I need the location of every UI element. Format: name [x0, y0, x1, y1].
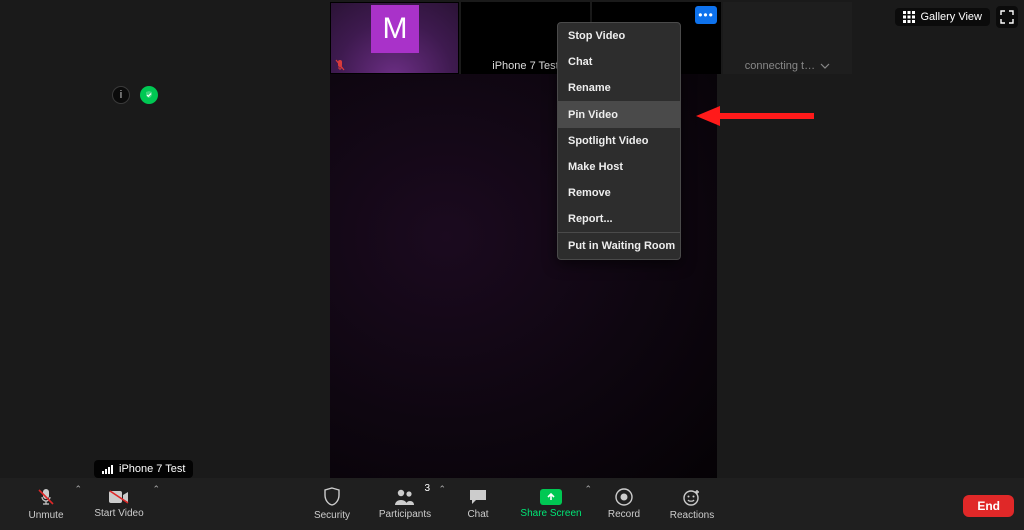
unmute-label: Unmute: [28, 510, 63, 521]
menu-stop-video[interactable]: Stop Video: [558, 23, 680, 49]
gallery-view-label: Gallery View: [920, 11, 982, 23]
menu-chat[interactable]: Chat: [558, 49, 680, 75]
chevron-up-icon[interactable]: ⌃: [152, 484, 160, 495]
share-screen-button[interactable]: Share Screen ⌃: [512, 478, 590, 530]
reactions-label: Reactions: [670, 510, 714, 521]
chat-button[interactable]: Chat: [444, 478, 512, 530]
security-button[interactable]: Security: [298, 478, 366, 530]
gallery-view-button[interactable]: Gallery View: [895, 8, 990, 26]
video-off-icon: [108, 489, 130, 505]
start-video-label: Start Video: [94, 508, 143, 519]
avatar: M: [371, 5, 419, 53]
menu-spotlight-video[interactable]: Spotlight Video: [558, 128, 680, 154]
end-meeting-button[interactable]: End: [963, 495, 1014, 517]
muted-mic-icon: [335, 59, 345, 71]
grid-icon: [903, 11, 915, 23]
menu-make-host[interactable]: Make Host: [558, 154, 680, 180]
fullscreen-button[interactable]: [996, 6, 1018, 28]
thumbnail-participant-1[interactable]: M: [330, 2, 459, 74]
info-icon[interactable]: i: [112, 86, 130, 104]
participants-button[interactable]: 3 Participants ⌃: [366, 478, 444, 530]
start-video-button[interactable]: Start Video ⌃: [80, 478, 158, 530]
menu-report[interactable]: Report...: [558, 206, 680, 232]
chat-label: Chat: [467, 509, 488, 520]
security-label: Security: [314, 510, 350, 521]
meeting-info-icons: i: [112, 86, 158, 104]
annotation-arrow: [696, 104, 816, 128]
participants-label: Participants: [379, 509, 431, 520]
menu-rename[interactable]: Rename: [558, 75, 680, 101]
encryption-shield-icon[interactable]: [140, 86, 158, 104]
video-source-tooltip: iPhone 7 Test: [94, 460, 193, 478]
record-icon: [615, 488, 633, 506]
reactions-icon: [682, 487, 702, 507]
unmute-button[interactable]: Unmute ⌃: [12, 478, 80, 530]
tooltip-label: iPhone 7 Test: [119, 463, 185, 475]
signal-icon: [102, 464, 114, 474]
reactions-button[interactable]: Reactions: [658, 478, 726, 530]
shield-icon: [323, 487, 341, 507]
mic-muted-icon: [36, 487, 56, 507]
participants-icon: [393, 488, 417, 506]
menu-pin-video[interactable]: Pin Video: [558, 102, 680, 128]
participant-context-menu: Stop Video Chat Rename Pin Video Spotlig…: [557, 22, 681, 260]
share-screen-icon: [540, 489, 562, 505]
thumbnail-more-button[interactable]: •••: [695, 6, 717, 24]
top-right-controls: Gallery View: [895, 6, 1018, 28]
thumbnail-status: connecting t…: [723, 60, 852, 72]
fullscreen-icon: [1000, 10, 1014, 24]
menu-remove[interactable]: Remove: [558, 180, 680, 206]
record-label: Record: [608, 509, 640, 520]
share-screen-label: Share Screen: [520, 508, 581, 519]
thumbnail-participant-4[interactable]: connecting t…: [723, 2, 852, 74]
menu-waiting-room[interactable]: Put in Waiting Room: [558, 233, 680, 259]
meeting-toolbar: Unmute ⌃ Start Video ⌃ Security 3 Partic…: [0, 478, 1024, 530]
chat-icon: [468, 488, 488, 506]
participants-count: 3: [424, 483, 430, 494]
record-button[interactable]: Record: [590, 478, 658, 530]
